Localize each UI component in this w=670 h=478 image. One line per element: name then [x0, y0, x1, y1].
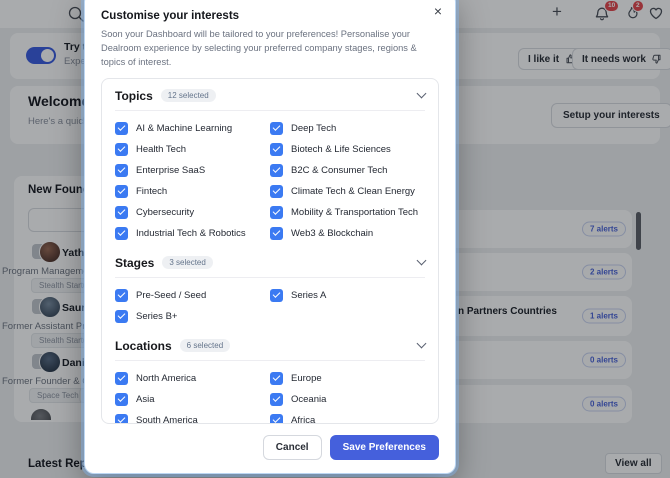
cancel-button[interactable]: Cancel: [262, 435, 322, 460]
checkbox-checked-icon: [270, 163, 283, 177]
checkbox-label: Fintech: [136, 185, 168, 197]
checkbox-label: Cybersecurity: [136, 206, 195, 218]
checkbox-label: Web3 & Blockchain: [291, 227, 374, 239]
checkbox-checked-icon: [270, 226, 283, 240]
topic-checkbox-fintech[interactable]: Fintech: [115, 181, 270, 202]
selected-count-badge: 12 selected: [160, 89, 216, 103]
stage-checkbox-series-b-plus[interactable]: Series B+: [115, 306, 270, 327]
section-title: Topics: [115, 88, 153, 103]
modal-description: Soon your Dashboard will be tailored to …: [101, 29, 417, 67]
section-locations: Locations 6 selected North America Europ…: [115, 338, 427, 424]
checkbox-checked-icon: [270, 142, 283, 156]
checkbox-label: South America: [136, 414, 198, 424]
checkbox-checked-icon: [115, 288, 128, 302]
section-stages: Stages 3 selected Pre-Seed / Seed Series…: [115, 255, 427, 327]
location-checkbox-north-america[interactable]: North America: [115, 368, 270, 389]
checkbox-label: Enterprise SaaS: [136, 164, 206, 176]
checkbox-label: Europe: [291, 372, 322, 384]
section-topics-header[interactable]: Topics 12 selected: [115, 88, 427, 103]
section-topics: Topics 12 selected AI & Machine Learning…: [115, 88, 427, 244]
modal-footer: Cancel Save Preferences: [85, 424, 455, 473]
chevron-down-icon[interactable]: [416, 255, 427, 266]
stage-checkbox-pre-seed-seed[interactable]: Pre-Seed / Seed: [115, 285, 270, 306]
checkbox-label: Mobility & Transportation Tech: [291, 206, 419, 218]
checkbox-checked-icon: [115, 184, 128, 198]
section-title: Locations: [115, 338, 172, 353]
checkbox-checked-icon: [115, 121, 128, 135]
selected-count-badge: 6 selected: [179, 339, 231, 353]
topic-checkbox-mobility-transportation-tech[interactable]: Mobility & Transportation Tech: [270, 202, 425, 223]
save-preferences-button[interactable]: Save Preferences: [329, 435, 439, 460]
topic-checkbox-deep-tech[interactable]: Deep Tech: [270, 118, 425, 139]
checkbox-label: Pre-Seed / Seed: [136, 289, 207, 301]
topic-checkbox-industrial-tech-robotics[interactable]: Industrial Tech & Robotics: [115, 223, 270, 244]
checkbox-checked-icon: [115, 142, 128, 156]
topic-checkbox-biotech-life-sciences[interactable]: Biotech & Life Sciences: [270, 139, 425, 160]
topic-checkbox-web3-blockchain[interactable]: Web3 & Blockchain: [270, 223, 425, 244]
checkbox-checked-icon: [115, 205, 128, 219]
topic-checkbox-health-tech[interactable]: Health Tech: [115, 139, 270, 160]
locations-grid: North America Europe Asia Oceania South …: [115, 368, 425, 424]
checkbox-checked-icon: [115, 163, 128, 177]
divider: [115, 359, 425, 361]
checkbox-label: North America: [136, 372, 197, 384]
stages-grid: Pre-Seed / Seed Series A Series B+: [115, 285, 425, 327]
checkbox-label: Series A: [291, 289, 327, 301]
customise-interests-modal: Customise your interests × Soon your Das…: [84, 0, 456, 474]
checkbox-checked-icon: [270, 205, 283, 219]
location-checkbox-africa[interactable]: Africa: [270, 410, 425, 424]
checkbox-checked-icon: [115, 392, 128, 406]
stage-checkbox-series-a[interactable]: Series A: [270, 285, 425, 306]
checkbox-label: AI & Machine Learning: [136, 122, 233, 134]
section-title: Stages: [115, 255, 155, 270]
checkbox-checked-icon: [270, 371, 283, 385]
section-locations-header[interactable]: Locations 6 selected: [115, 338, 427, 353]
divider: [115, 276, 425, 278]
checkbox-label: Industrial Tech & Robotics: [136, 227, 246, 239]
checkbox-label: Biotech & Life Sciences: [291, 143, 391, 155]
location-checkbox-europe[interactable]: Europe: [270, 368, 425, 389]
topic-checkbox-cybersecurity[interactable]: Cybersecurity: [115, 202, 270, 223]
checkbox-checked-icon: [270, 121, 283, 135]
checkbox-label: Health Tech: [136, 143, 186, 155]
location-checkbox-asia[interactable]: Asia: [115, 389, 270, 410]
checkbox-label: B2C & Consumer Tech: [291, 164, 388, 176]
selected-count-badge: 3 selected: [162, 256, 213, 270]
modal-title: Customise your interests: [101, 10, 240, 22]
chevron-down-icon[interactable]: [416, 338, 427, 349]
location-checkbox-oceania[interactable]: Oceania: [270, 389, 425, 410]
checkbox-checked-icon: [115, 371, 128, 385]
checkbox-label: Asia: [136, 393, 155, 405]
checkbox-label: Deep Tech: [291, 122, 337, 134]
checkbox-checked-icon: [270, 413, 283, 423]
location-checkbox-south-america[interactable]: South America: [115, 410, 270, 424]
checkbox-checked-icon: [270, 392, 283, 406]
modal-header: Customise your interests × Soon your Das…: [85, 0, 455, 70]
divider: [115, 109, 425, 111]
topic-checkbox-enterprise-saas[interactable]: Enterprise SaaS: [115, 160, 270, 181]
topic-checkbox-b2c-consumer-tech[interactable]: B2C & Consumer Tech: [270, 160, 425, 181]
close-icon[interactable]: ×: [434, 4, 442, 18]
topic-checkbox-ai-machine-learning[interactable]: AI & Machine Learning: [115, 118, 270, 139]
topics-grid: AI & Machine Learning Deep Tech Health T…: [115, 118, 425, 244]
modal-sections-container: Topics 12 selected AI & Machine Learning…: [101, 77, 439, 424]
checkbox-label: Series B+: [136, 310, 178, 322]
checkbox-checked-icon: [270, 184, 283, 198]
topic-checkbox-climate-tech-clean-energy[interactable]: Climate Tech & Clean Energy: [270, 181, 425, 202]
section-stages-header[interactable]: Stages 3 selected: [115, 255, 427, 270]
checkbox-checked-icon: [115, 413, 128, 423]
checkbox-label: Oceania: [291, 393, 327, 405]
chevron-down-icon[interactable]: [416, 88, 427, 99]
checkbox-label: Africa: [291, 414, 316, 424]
checkbox-label: Climate Tech & Clean Energy: [291, 185, 415, 197]
checkbox-checked-icon: [270, 288, 283, 302]
checkbox-checked-icon: [115, 309, 128, 323]
checkbox-checked-icon: [115, 226, 128, 240]
